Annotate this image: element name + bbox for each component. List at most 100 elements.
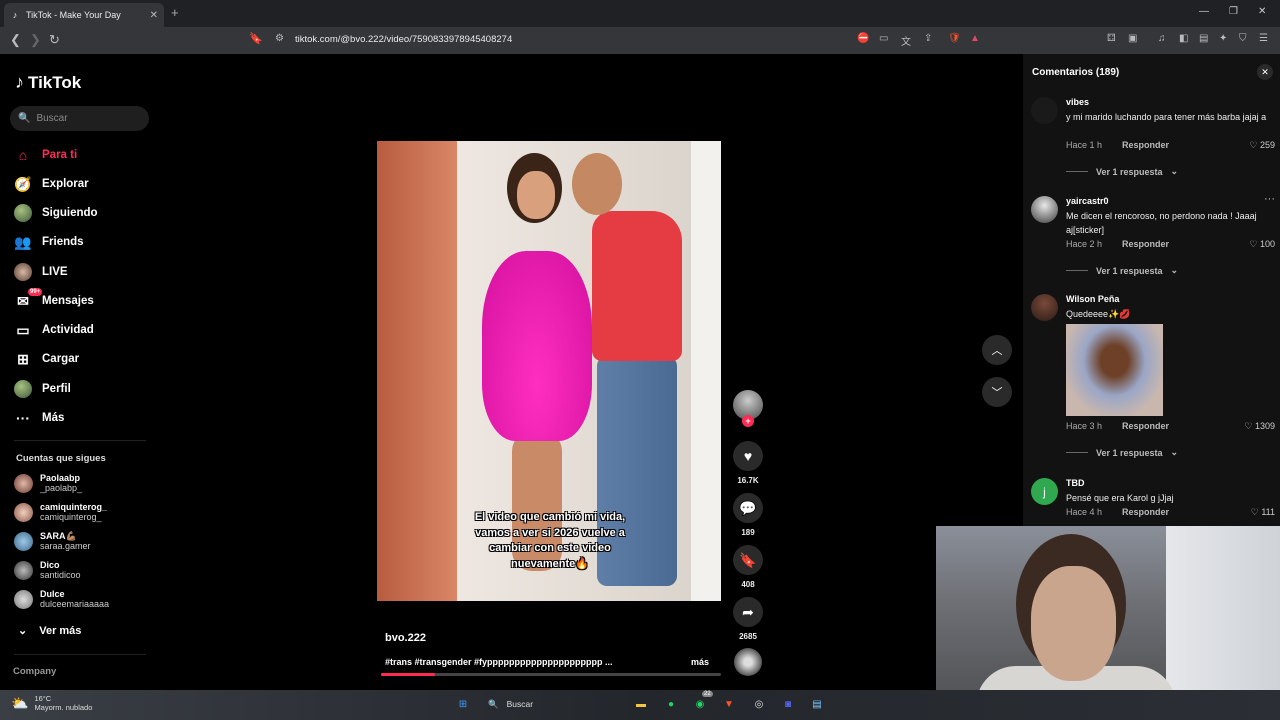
avatar[interactable] [1031, 196, 1058, 223]
search-input[interactable]: 🔍 Buscar [10, 106, 149, 131]
notepad-icon[interactable]: ▤ [809, 696, 825, 712]
next-video-button[interactable]: ﹀ [982, 377, 1012, 407]
like-action[interactable]: ♥ 16.7K [733, 441, 763, 485]
following-account[interactable]: SARA💪🏽 saraa.gamer [14, 531, 91, 551]
comment-like[interactable]: ♡ 259 [1249, 140, 1275, 151]
video-hashtags[interactable]: #trans #transgender #fyppppppppppppppppp… [385, 657, 613, 667]
video-author[interactable]: bvo.222 [385, 632, 426, 644]
reply-button[interactable]: Responder [1122, 507, 1169, 517]
rewards-icon[interactable]: ▲ [970, 33, 980, 44]
sidebar-toggle-icon[interactable]: ◧ [1179, 33, 1188, 44]
nav-friends[interactable]: 👥 Friends [14, 233, 83, 251]
whatsapp-icon[interactable]: ◉ [692, 696, 708, 712]
brave-shield-icon[interactable]: 🛡 [948, 33, 961, 44]
nav-mensajes[interactable]: ✉ 99+ Mensajes [14, 288, 94, 310]
screen-icon[interactable]: ▭ [879, 33, 888, 44]
comment-user[interactable]: TBD [1066, 478, 1085, 488]
reply-button[interactable]: Responder [1122, 140, 1169, 150]
view-replies-button[interactable]: Ver 1 respuesta ⌄ [1066, 447, 1178, 458]
nav-label: Perfil [42, 383, 71, 395]
reload-icon[interactable]: ↻ [49, 32, 60, 48]
music-disc-avatar[interactable] [734, 648, 762, 676]
comment-like[interactable]: ♡ 111 [1251, 507, 1275, 518]
vpn-icon[interactable]: ▤ [1199, 33, 1208, 44]
extensions-icon[interactable]: ⚃ [1107, 33, 1116, 44]
more-options-icon[interactable]: ··· [1264, 193, 1275, 205]
nav-perfil[interactable]: Perfil [14, 380, 71, 398]
avatar[interactable]: j [1031, 478, 1058, 505]
comments-title: Comentarios (189) [1032, 67, 1120, 78]
avatar[interactable] [1031, 294, 1058, 321]
spotify-icon[interactable]: ● [663, 696, 679, 712]
chevron-down-icon: ⌄ [1170, 166, 1179, 176]
maximize-icon[interactable]: ❐ [1229, 6, 1238, 17]
tiktok-logo[interactable]: ♪ TikTok [15, 72, 81, 93]
view-replies-button[interactable]: Ver 1 respuesta ⌄ [1066, 265, 1178, 276]
video-progress-bar[interactable] [381, 673, 721, 676]
tracking-icon[interactable]: ⛔ [857, 33, 869, 44]
comment-user[interactable]: yaircastr0 [1066, 196, 1109, 206]
wallet-icon[interactable]: ▣ [1128, 33, 1137, 44]
leo-icon[interactable]: ✦ [1219, 33, 1227, 44]
comment-time: Hace 1 h [1066, 140, 1103, 150]
view-replies-button[interactable]: Ver 1 respuesta ⌄ [1066, 166, 1178, 177]
music-ext-icon[interactable]: ♫ [1158, 33, 1166, 44]
avatar[interactable] [1031, 97, 1058, 124]
nav-actividad[interactable]: ▭ Actividad [14, 321, 94, 339]
following-account[interactable]: camiquinterog_ camiquinterog_ [14, 502, 107, 522]
new-tab-button[interactable]: + [171, 5, 179, 20]
share-page-icon[interactable]: ⇪ [924, 33, 932, 44]
browser-tab[interactable]: ♪ TikTok - Make Your Day ✕ [4, 3, 164, 27]
comment-sticker-image[interactable] [1066, 324, 1163, 416]
more-description-button[interactable]: más [691, 657, 709, 667]
nav-mas[interactable]: ··· Más [14, 409, 64, 427]
nav-live[interactable]: LIVE [14, 263, 68, 281]
brave-icon[interactable]: ▼ [721, 696, 737, 712]
site-settings-icon[interactable]: ⚙ [275, 33, 284, 44]
messages-badge: 99+ [28, 288, 43, 296]
translate-icon[interactable]: 文 [901, 33, 911, 48]
reply-button[interactable]: Responder [1122, 239, 1169, 249]
comment-like[interactable]: ♡ 1309 [1244, 421, 1275, 432]
close-comments-icon[interactable]: ✕ [1257, 64, 1273, 80]
company-link[interactable]: Company [13, 666, 56, 677]
view-replies-label: Ver 1 respuesta [1096, 265, 1163, 276]
back-icon[interactable]: ❮ [10, 32, 21, 48]
bookmark-icon[interactable]: 🔖 [249, 32, 263, 45]
follow-plus-button[interactable]: + [742, 415, 754, 427]
comment-like[interactable]: ♡ 100 [1249, 239, 1275, 250]
discord-icon[interactable]: ◙ [780, 696, 796, 712]
forward-icon[interactable]: ❯ [30, 32, 41, 48]
minimize-icon[interactable]: — [1199, 6, 1209, 17]
taskbar-search[interactable]: 🔍 Buscar [480, 694, 590, 714]
reply-button[interactable]: Responder [1122, 421, 1169, 431]
comment-action[interactable]: 💬 189 [733, 493, 763, 537]
previous-video-button[interactable]: ︿ [982, 335, 1012, 365]
comment-text: Quedeeee✨💋 [1066, 309, 1131, 319]
nav-label: Actividad [42, 324, 94, 336]
file-explorer-icon[interactable]: ▬ [633, 696, 649, 712]
comment-user[interactable]: Wilson Peña [1066, 294, 1119, 304]
see-more-button[interactable]: ⌄ Ver más [18, 624, 81, 638]
share-action[interactable]: ➦ 2685 [733, 597, 763, 641]
nav-explorar[interactable]: 🧭 Explorar [14, 175, 88, 193]
following-section-title: Cuentas que sigues [16, 453, 106, 464]
steam-icon[interactable]: ◎ [751, 696, 767, 712]
weather-widget[interactable]: ⛅ 16°C Mayorm. nublado [11, 694, 92, 712]
following-account[interactable]: Dulce dulceemariaaaaa [14, 589, 109, 609]
comment-like-count: 1309 [1254, 421, 1275, 431]
nav-para-ti[interactable]: ⌂ Para ti [14, 146, 77, 164]
close-tab-icon[interactable]: ✕ [150, 10, 158, 21]
save-action[interactable]: 🔖 408 [733, 545, 763, 589]
windows-start-icon[interactable]: ⊞ [455, 696, 471, 712]
menu-icon[interactable]: ☰ [1259, 33, 1268, 44]
video-person-face [517, 171, 555, 219]
following-account[interactable]: Dico santidicoo [14, 560, 81, 580]
comment-user[interactable]: vibes [1066, 97, 1089, 107]
url-field[interactable]: tiktok.com/@bvo.222/video/75908339789454… [295, 34, 512, 45]
shield-icon[interactable]: ⛉ [1239, 33, 1247, 44]
nav-siguiendo[interactable]: Siguiendo [14, 204, 98, 222]
nav-cargar[interactable]: ⊞ Cargar [14, 350, 79, 368]
window-close-icon[interactable]: ✕ [1258, 6, 1266, 17]
following-account[interactable]: Paolaabp _paolabp_ [14, 473, 82, 493]
